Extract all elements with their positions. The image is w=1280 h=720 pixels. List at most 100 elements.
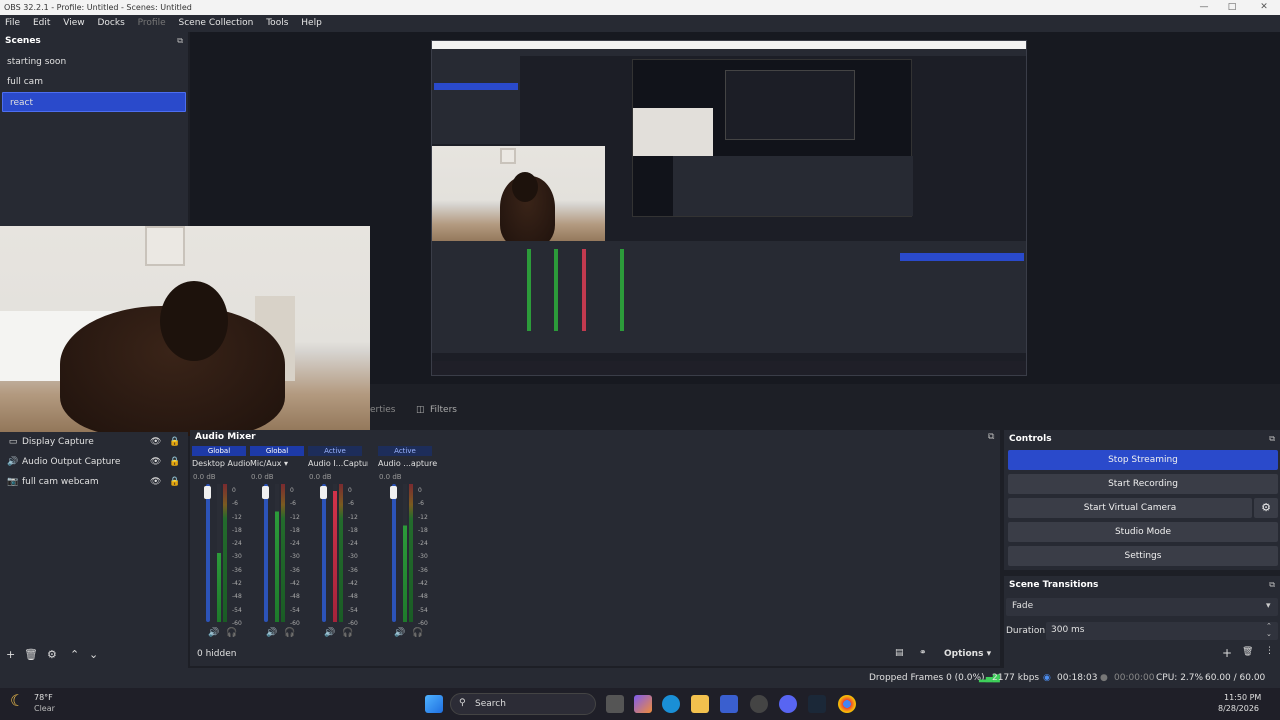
- visibility-eye-icon[interactable]: 👁: [150, 452, 161, 472]
- visibility-eye-icon[interactable]: 👁: [150, 472, 161, 492]
- task-view-icon[interactable]: [606, 695, 624, 713]
- clock-date[interactable]: 8/28/2026: [1218, 704, 1259, 713]
- stepper-up-icon[interactable]: ⌃: [1266, 622, 1272, 630]
- start-recording-button[interactable]: Start Recording: [1008, 474, 1278, 494]
- menu-scene-collection[interactable]: Scene Collection: [174, 15, 259, 32]
- windows-start-icon[interactable]: [425, 695, 443, 713]
- scene-react[interactable]: react: [2, 92, 186, 112]
- chrome-icon[interactable]: [838, 695, 856, 713]
- move-up-icon[interactable]: ⌃: [70, 648, 79, 661]
- copilot-icon[interactable]: [634, 695, 652, 713]
- menu-view[interactable]: View: [58, 15, 89, 32]
- menu-help[interactable]: Help: [296, 15, 327, 32]
- source-display-capture[interactable]: ▭ Display Capture 👁 🔒: [0, 432, 188, 452]
- float-dock-icon[interactable]: ⧉: [177, 32, 183, 50]
- start-virtual-camera-button[interactable]: Start Virtual Camera: [1008, 498, 1252, 518]
- add-transition-icon[interactable]: +: [1222, 646, 1232, 660]
- db-tick-label: -24: [418, 540, 428, 548]
- float-dock-icon[interactable]: ⧉: [1269, 576, 1275, 594]
- gear-icon[interactable]: ⚙: [47, 648, 57, 661]
- display-capture-preview[interactable]: [431, 40, 1027, 376]
- menu-edit[interactable]: Edit: [28, 15, 55, 32]
- file-explorer-icon[interactable]: [691, 695, 709, 713]
- db-tick-label: -36: [232, 566, 242, 574]
- menu-docks[interactable]: Docks: [92, 15, 129, 32]
- db-tick-label: -18: [348, 526, 358, 534]
- settings-button[interactable]: Settings: [1008, 546, 1278, 566]
- level-meter: [409, 484, 413, 622]
- weather-condition[interactable]: Clear: [34, 704, 55, 713]
- db-scale: 0 -6 -12 -18 -24 -30 -36 -42 -48 -54 -60: [418, 484, 428, 630]
- volume-fader[interactable]: [392, 484, 396, 622]
- steam-icon[interactable]: [808, 695, 826, 713]
- volume-fader[interactable]: [322, 484, 326, 622]
- transition-type-select[interactable]: Fade ▾: [1006, 598, 1278, 616]
- db-tick-label: -18: [290, 526, 300, 534]
- lock-icon[interactable]: 🔒: [169, 472, 180, 492]
- channel-name[interactable]: Audio ...apture ▾: [378, 459, 438, 468]
- menu-tools[interactable]: Tools: [261, 15, 293, 32]
- headphones-icon[interactable]: 🎧: [342, 628, 353, 638]
- float-dock-icon[interactable]: ⧉: [988, 430, 994, 444]
- maximize-icon[interactable]: □: [1220, 0, 1244, 15]
- tab-filters[interactable]: Filters: [430, 405, 457, 415]
- studio-mode-button[interactable]: Studio Mode: [1008, 522, 1278, 542]
- virtual-camera-gear-icon[interactable]: ⚙: [1254, 498, 1278, 518]
- stepper-down-icon[interactable]: ⌄: [1266, 630, 1272, 638]
- clock-time[interactable]: 11:50 PM: [1224, 693, 1261, 702]
- fader-knob[interactable]: [262, 486, 269, 499]
- lock-icon[interactable]: 🔒: [169, 452, 180, 472]
- visibility-eye-icon[interactable]: 👁: [150, 432, 161, 452]
- remove-source-icon[interactable]: 🗑: [24, 648, 38, 661]
- speaker-icon: 🔊: [7, 457, 19, 467]
- stop-streaming-button[interactable]: Stop Streaming: [1008, 450, 1278, 470]
- fader-knob[interactable]: [390, 486, 397, 499]
- channel-db: 0.0 dB: [309, 473, 332, 481]
- layout-icon[interactable]: ▤: [895, 648, 904, 658]
- add-source-icon[interactable]: +: [6, 648, 15, 661]
- lock-icon[interactable]: 🔒: [169, 432, 180, 452]
- float-dock-icon[interactable]: ⧉: [1269, 430, 1275, 448]
- volume-fader[interactable]: [264, 484, 268, 622]
- db-tick-label: -36: [348, 566, 358, 574]
- menu-profile[interactable]: Profile: [133, 15, 171, 32]
- db-tick-label: -36: [290, 566, 300, 574]
- channel-name[interactable]: Audio I...Capture ▾: [308, 459, 368, 468]
- headphones-icon[interactable]: 🎧: [226, 628, 237, 638]
- volume-fader[interactable]: [206, 484, 210, 622]
- app-icon[interactable]: [750, 695, 768, 713]
- minimize-icon[interactable]: —: [1192, 0, 1216, 15]
- headphones-icon[interactable]: 🎧: [412, 628, 423, 638]
- speaker-icon[interactable]: 🔊: [394, 628, 405, 638]
- weather-temp[interactable]: 78°F: [34, 693, 53, 702]
- move-down-icon[interactable]: ⌄: [89, 648, 98, 661]
- tab-properties[interactable]: erties: [370, 405, 396, 415]
- mixer-options-button[interactable]: Options ▾: [944, 649, 991, 659]
- duration-input[interactable]: 300 ms ⌃ ⌄: [1046, 622, 1278, 640]
- level-meter: [403, 484, 407, 622]
- channel-name[interactable]: Mic/Aux ▾: [250, 459, 310, 468]
- store-icon[interactable]: [720, 695, 738, 713]
- remove-transition-icon[interactable]: 🗑: [1242, 647, 1253, 657]
- filters-icon: ◫: [416, 405, 425, 415]
- headphones-icon[interactable]: 🎧: [284, 628, 295, 638]
- channel-name[interactable]: Desktop Audio ▾: [192, 459, 252, 468]
- more-options-icon[interactable]: ⋮: [1265, 646, 1274, 656]
- speaker-icon[interactable]: 🔊: [266, 628, 277, 638]
- taskbar-search-box[interactable]: ⚲ Search: [450, 693, 596, 715]
- speaker-icon[interactable]: 🔊: [324, 628, 335, 638]
- fader-knob[interactable]: [320, 486, 327, 499]
- link-icon[interactable]: ⚭: [919, 648, 927, 658]
- menu-file[interactable]: File: [0, 15, 25, 32]
- fader-knob[interactable]: [204, 486, 211, 499]
- mixer-channel: Active Audio I...Capture ▾ 0.0 dB 0 -6 -12 -18…: [306, 430, 368, 666]
- scene-starting-soon[interactable]: starting soon: [0, 52, 188, 72]
- speaker-icon[interactable]: 🔊: [208, 628, 219, 638]
- close-icon[interactable]: ✕: [1252, 0, 1276, 15]
- db-tick-label: -42: [232, 580, 242, 588]
- discord-icon[interactable]: [779, 695, 797, 713]
- edge-icon[interactable]: [662, 695, 680, 713]
- source-audio-output-capture[interactable]: 🔊 Audio Output Capture 👁 🔒: [0, 452, 188, 472]
- scene-full-cam[interactable]: full cam: [0, 72, 188, 92]
- source-full-cam-webcam[interactable]: 📷 full cam webcam 👁 🔒: [0, 472, 188, 492]
